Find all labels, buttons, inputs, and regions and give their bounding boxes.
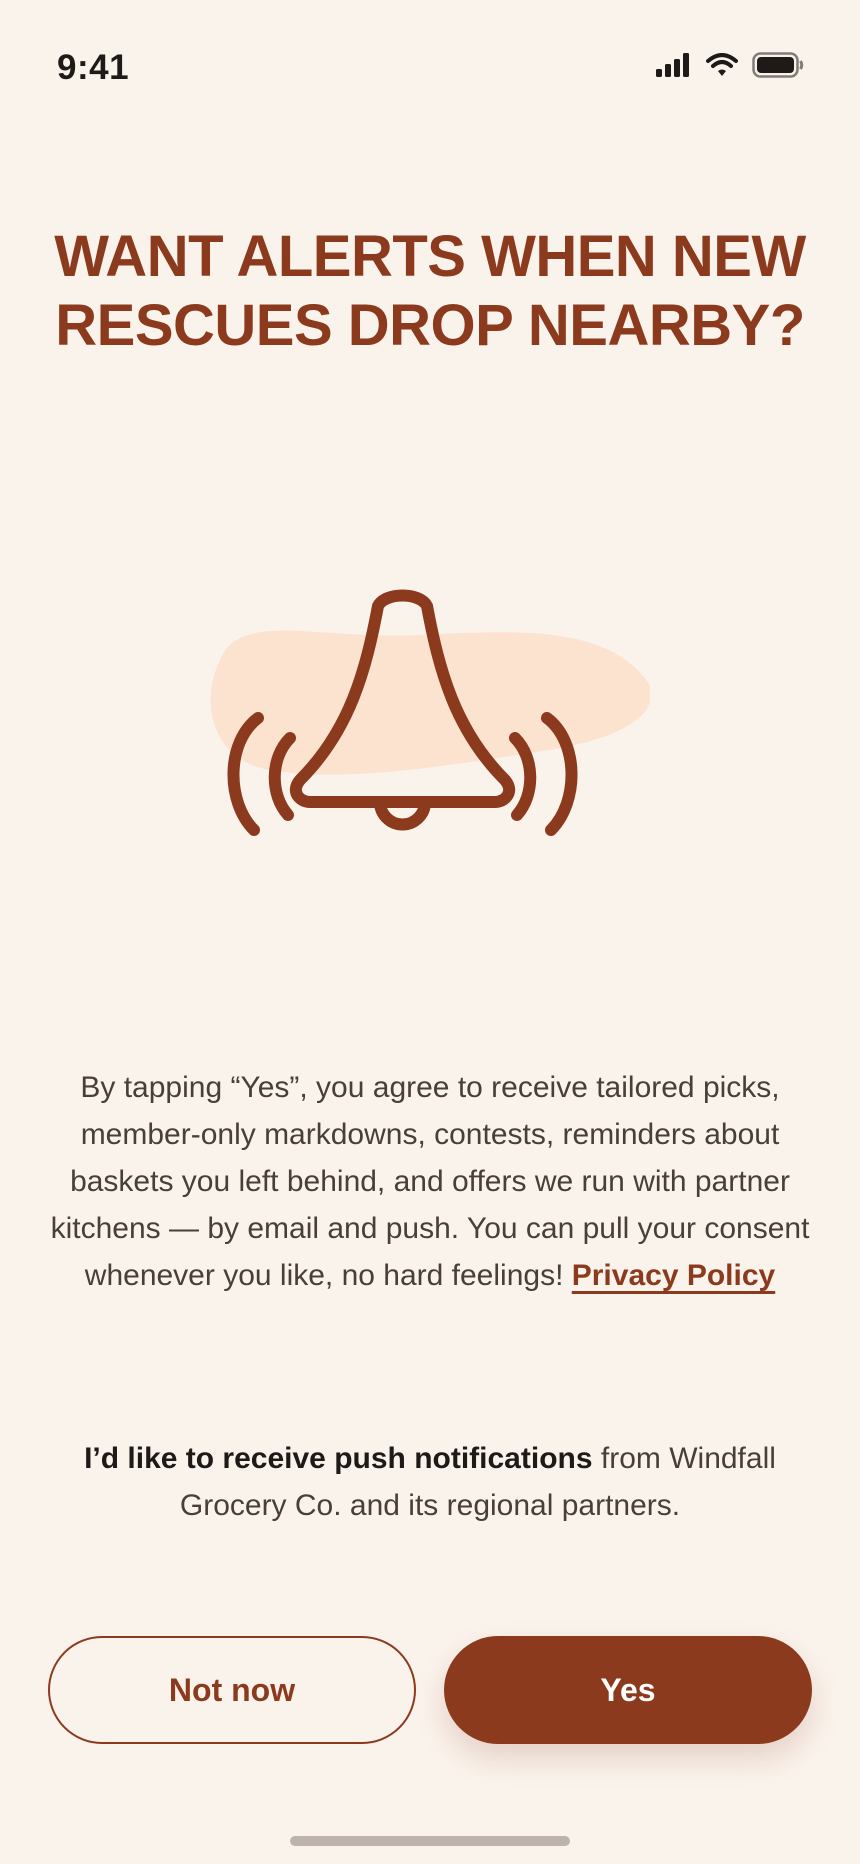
push-opt-in-text: I’d like to receive push notifications f…: [46, 1435, 814, 1529]
wifi-icon: [706, 53, 738, 76]
status-icons: [656, 52, 804, 78]
push-opt-in-bold: I’d like to receive push notifications: [84, 1442, 593, 1475]
notification-illustration: [190, 570, 652, 890]
yes-label: Yes: [600, 1671, 656, 1708]
status-time: 9:41: [57, 48, 130, 87]
home-indicator[interactable]: [290, 1836, 570, 1846]
battery-icon: [752, 52, 804, 78]
consent-text: By tapping “Yes”, you agree to receive t…: [46, 1064, 814, 1299]
yes-button[interactable]: Yes: [444, 1636, 812, 1744]
bell-ringing-icon: [210, 589, 652, 836]
not-now-label: Not now: [168, 1671, 296, 1708]
status-bar: 9:41: [0, 0, 860, 140]
privacy-policy-link[interactable]: Privacy Policy: [572, 1259, 775, 1292]
cellular-signal-icon: [656, 53, 689, 77]
page-title: WANT ALERTS WHEN NEW RESCUES DROP NEARBY…: [54, 224, 806, 358]
not-now-button[interactable]: Not now: [48, 1636, 416, 1744]
